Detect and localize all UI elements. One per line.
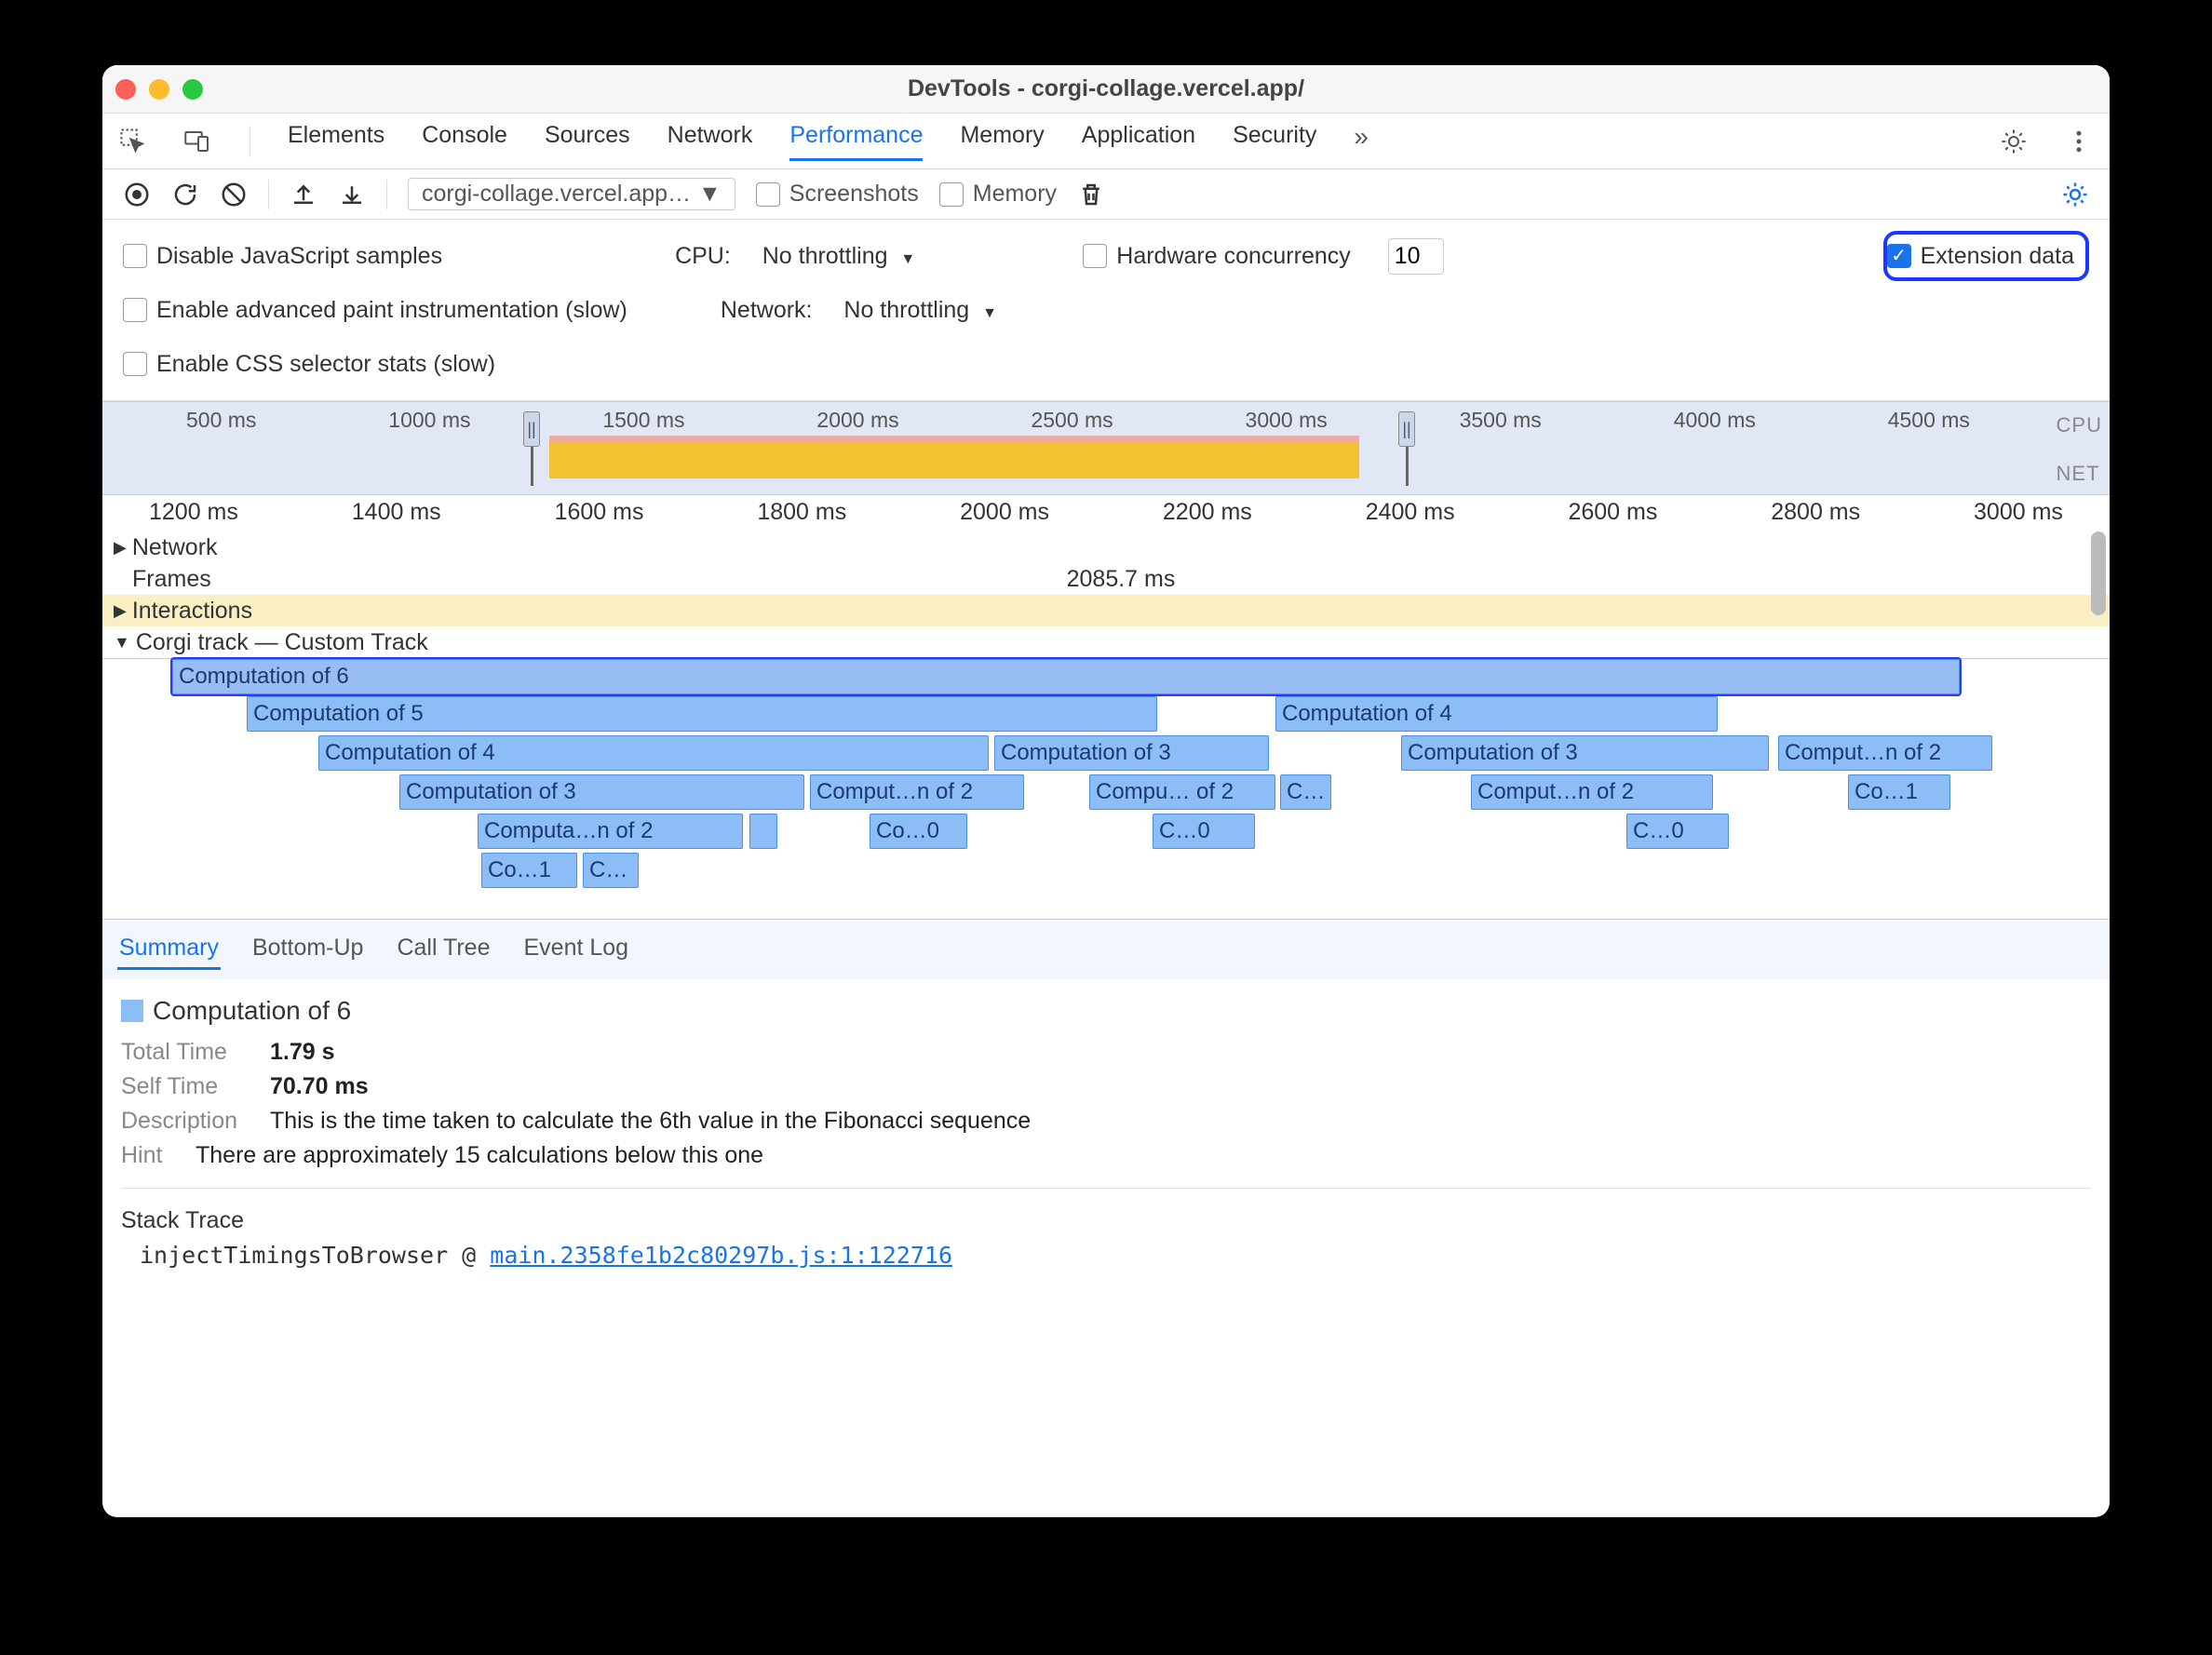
flame-entry[interactable]: Comput…n of 2 [810,774,1024,810]
flame-scrollbar[interactable] [2091,531,2106,615]
window-title: DevTools - corgi-collage.vercel.app/ [102,75,2110,102]
flame-entry[interactable] [749,814,777,849]
flame-entry[interactable]: Computation of 6 [172,659,1960,694]
trash-icon[interactable] [1077,181,1105,209]
flame-entry[interactable]: C…0 [1153,814,1255,849]
flame-entry[interactable]: Computation of 5 [247,696,1157,732]
reload-record-icon[interactable] [171,181,199,209]
flame-entry[interactable]: Comput…n of 2 [1778,735,1992,771]
inspect-icon[interactable] [119,128,147,155]
capture-settings: Disable JavaScript samples CPU: No throt… [102,220,2110,401]
flame-entry[interactable]: Computation of 4 [318,735,989,771]
stack-trace-link[interactable]: main.2358fe1b2c80297b.js:1:122716 [490,1242,952,1269]
flame-entry[interactable]: Comput…n of 2 [1471,774,1713,810]
tab-console[interactable]: Console [422,122,507,161]
detail-tab-summary[interactable]: Summary [117,929,221,970]
cpu-dropdown[interactable]: No throttling ▼ [762,243,916,270]
flame-entry[interactable]: Co…1 [481,853,577,888]
extension-data-highlight: Extension data [1883,231,2089,281]
tab-sources[interactable]: Sources [545,122,630,161]
memory-checkbox[interactable]: Memory [939,181,1057,208]
detail-tabs: Summary Bottom-Up Call Tree Event Log [102,919,2110,979]
flame-entry[interactable]: Computation of 4 [1275,696,1718,732]
hardware-concurrency-checkbox[interactable]: Hardware concurrency [1083,243,1351,270]
performance-toolbar: corgi-collage.vercel.app…▼ Screenshots M… [102,169,2110,220]
flame-entry[interactable]: C… [583,853,639,888]
disable-js-samples-checkbox[interactable]: Disable JavaScript samples [123,243,442,270]
profile-dropdown[interactable]: corgi-collage.vercel.app…▼ [408,178,735,210]
corgi-track-header[interactable]: ▼Corgi track — Custom Track [102,626,2110,658]
selected-event-title: Computation of 6 [121,996,2091,1026]
screenshots-checkbox[interactable]: Screenshots [756,181,919,208]
kebab-menu-icon[interactable] [2065,128,2093,155]
flame-entry[interactable]: Computa…n of 2 [478,814,743,849]
flame-entry[interactable]: Computation of 3 [1401,735,1769,771]
titlebar: DevTools - corgi-collage.vercel.app/ [102,65,2110,114]
network-track-header[interactable]: ▶Network [102,531,2110,563]
adv-paint-checkbox[interactable]: Enable advanced paint instrumentation (s… [123,297,627,324]
flame-chart[interactable]: Computation of 6Computation of 5Computat… [102,658,2110,919]
tab-application[interactable]: Application [1082,122,1195,161]
timeline-overview[interactable]: 500 ms1000 ms1500 ms2000 ms2500 ms3000 m… [102,401,2110,494]
tab-elements[interactable]: Elements [288,122,384,161]
gear-icon[interactable] [2000,128,2028,155]
flame-entry[interactable]: Compu… of 2 [1089,774,1275,810]
flame-entry[interactable]: Co…0 [870,814,967,849]
more-tabs-icon[interactable]: » [1354,122,1369,161]
network-dropdown[interactable]: No throttling ▼ [843,297,997,324]
tab-memory[interactable]: Memory [960,122,1044,161]
tab-performance[interactable]: Performance [789,122,923,161]
flame-entry[interactable]: Computation of 3 [399,774,804,810]
overview-right-handle[interactable]: || [1398,411,1415,447]
flame-entry[interactable]: C…0 [1626,814,1729,849]
tab-network[interactable]: Network [668,122,753,161]
css-stats-checkbox[interactable]: Enable CSS selector stats (slow) [123,351,495,378]
download-icon[interactable] [338,181,366,209]
devtools-window: DevTools - corgi-collage.vercel.app/ Ele… [102,65,2110,1517]
settings-gear-icon[interactable] [2061,181,2089,209]
hardware-concurrency-input[interactable] [1388,238,1444,275]
clear-icon[interactable] [220,181,248,209]
main-tabs-bar: Elements Console Sources Network Perform… [102,114,2110,169]
cpu-label: CPU: [675,243,731,270]
stack-trace-heading: Stack Trace [121,1207,244,1233]
details-pane: Computation of 6 Total Time1.79 s Self T… [102,979,2110,1293]
ruler: 1200 ms1400 ms1600 ms1800 ms2000 ms2200 … [102,494,2110,531]
overview-left-handle[interactable]: || [523,411,540,447]
flame-entry[interactable]: Co…1 [1848,774,1950,810]
device-toggle-icon[interactable] [184,128,212,155]
flame-entry[interactable]: C… [1280,774,1331,810]
network-label: Network: [721,297,813,324]
extension-data-checkbox[interactable]: Extension data [1887,243,2074,270]
frames-track: Frames2085.7 ms [102,563,2110,595]
flame-entry[interactable]: Computation of 3 [994,735,1269,771]
detail-tab-bottomup[interactable]: Bottom-Up [250,929,365,970]
detail-tab-calltree[interactable]: Call Tree [395,929,492,970]
tab-security[interactable]: Security [1233,122,1316,161]
detail-tab-eventlog[interactable]: Event Log [522,929,631,970]
upload-icon[interactable] [290,181,317,209]
record-icon[interactable] [123,181,151,209]
interactions-track-header[interactable]: ▶Interactions [102,595,2110,626]
